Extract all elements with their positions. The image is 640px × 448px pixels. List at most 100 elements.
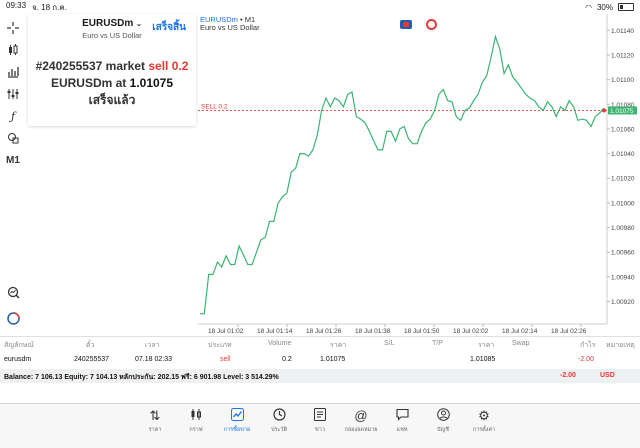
status-time: 09:33 <box>6 0 27 10</box>
balance-summary: Balance: 7 106.13 Equity: 7 104.13 หลักป… <box>4 374 279 381</box>
x-tick-label: 18 Jul 01:14 <box>257 328 293 335</box>
nav-news[interactable]: ข่าว <box>300 408 340 434</box>
function-icon[interactable]: ƒ <box>3 106 23 126</box>
y-tick-label: 1.01000 <box>611 200 635 207</box>
y-axis-ticks: 1.011401.011201.011001.010801.010601.010… <box>607 28 635 306</box>
nav-trade[interactable]: การซื้อขาย <box>217 408 257 434</box>
chevron-down-icon: ⌄ <box>136 21 142 28</box>
nav-accounts-label: บัญชี <box>437 427 449 433</box>
y-tick-label: 1.01060 <box>611 126 635 133</box>
balance-profit: -2.00 <box>560 372 576 379</box>
x-tick-label: 18 Jul 01:50 <box>404 328 440 335</box>
row-ticket: 240255537 <box>74 356 110 363</box>
chart-toolbar: ƒ M1 <box>0 14 26 336</box>
x-tick-label: 18 Jul 02:14 <box>502 328 538 335</box>
bars-icon[interactable] <box>3 62 23 82</box>
order-price: 1.01075 <box>129 76 174 90</box>
order-result-body: #240255537 market sell 0.2 EURUSDm at 1.… <box>28 58 196 109</box>
trade-icon <box>217 408 257 424</box>
one-click-trading-icon[interactable] <box>3 308 23 328</box>
order-number: #240255537 <box>35 59 103 73</box>
nav-history-label: ประวัติ <box>270 427 288 433</box>
order-symbol-at: EURUSDm at <box>50 76 127 90</box>
x-tick-label: 18 Jul 01:02 <box>208 328 244 335</box>
battery-icon <box>618 3 634 11</box>
crosshair-icon[interactable] <box>3 18 23 38</box>
current-price-label: 1.01075 <box>610 108 634 115</box>
order-status: เสร็จแล้ว <box>88 93 136 107</box>
order-symbol: EURUSDm <box>82 18 134 29</box>
row-price: 1.01075 <box>320 356 346 363</box>
indicators-icon[interactable] <box>3 84 23 104</box>
sell-level-label: SELL 0.2 <box>201 103 228 110</box>
history-icon <box>259 408 299 424</box>
header-symbol[interactable]: สัญลักษณ์ <box>4 340 34 351</box>
accounts-icon <box>423 408 463 424</box>
nav-quotes-label: ราคา <box>148 427 162 433</box>
status-bar: 09:33 จ. 18 ก.ค. ◠ 30% <box>0 0 640 14</box>
chat-icon <box>382 408 422 424</box>
nav-mailbox-label: กล่องจดหมาย <box>344 427 378 433</box>
y-tick-label: 1.01140 <box>611 28 634 35</box>
chart-plot: 1.011401.011201.011001.010801.010601.010… <box>198 14 637 335</box>
x-axis-ticks: 18 Jul 01:02 18 Jul 01:14 18 Jul 01:26 18 J… <box>208 324 587 335</box>
table-row[interactable]: eurusdm 240255537 07.18 02:33 sell 0.2 1… <box>0 354 640 367</box>
row-time: 07.18 02:33 <box>135 356 172 363</box>
y-tick-label: 1.00940 <box>611 274 635 281</box>
y-tick-label: 1.01040 <box>611 151 635 158</box>
bottom-navigation: ⇅ ราคา กราฟ การซื้อขาย ประวัติ ข่าว @ กล… <box>0 403 640 448</box>
price-chart[interactable]: EURUSDm • M1 Euro vs US Dollar 1.01140 1.… <box>198 14 640 336</box>
zoom-icon[interactable] <box>3 282 23 302</box>
sell-level-marker <box>602 108 606 113</box>
nav-chat-label: แชท <box>396 427 408 433</box>
nav-chat[interactable]: แชท <box>382 408 422 434</box>
nav-chart-label: กราฟ <box>189 427 203 433</box>
header-current-price[interactable]: ราคา <box>478 340 494 351</box>
y-tick-label: 1.01120 <box>611 52 634 59</box>
nav-news-label: ข่าว <box>315 427 325 433</box>
nav-quotes[interactable]: ⇅ ราคา <box>135 408 175 434</box>
nav-settings[interactable]: ⚙ การตั้งค่า <box>464 408 504 434</box>
nav-chart[interactable]: กราฟ <box>176 408 216 434</box>
row-type: sell <box>220 356 231 363</box>
row-profit: -2.00 <box>578 356 594 363</box>
header-swap[interactable]: Swap <box>512 340 530 347</box>
settings-icon: ⚙ <box>478 408 490 423</box>
wifi-icon: ◠ <box>585 2 592 12</box>
y-tick-label: 1.00980 <box>611 225 635 232</box>
header-ticket[interactable]: ตั๋ว <box>86 340 94 351</box>
x-tick-label: 18 Jul 01:38 <box>355 328 391 335</box>
battery-percent: 30% <box>596 2 613 12</box>
header-comment[interactable]: หมายเหตุ <box>606 340 635 351</box>
header-volume[interactable]: Volume <box>268 340 291 347</box>
header-price[interactable]: ราคา <box>330 340 346 351</box>
y-tick-label: 1.01020 <box>611 176 635 183</box>
chart-icon <box>176 408 216 424</box>
nav-trade-label: การซื้อขาย <box>223 427 251 433</box>
order-panel-header: EURUSDm ⌄ Euro vs US Dollar เสร็จสิ้น <box>28 14 196 42</box>
header-profit[interactable]: กำไร <box>580 340 595 351</box>
shapes-icon[interactable] <box>3 128 23 148</box>
price-series-line <box>200 34 605 315</box>
nav-settings-label: การตั้งค่า <box>472 427 496 433</box>
done-button[interactable]: เสร็จสิ้น <box>152 20 186 35</box>
status-date: จ. 18 ก.ค. <box>32 2 67 12</box>
candles-icon[interactable] <box>3 40 23 60</box>
row-symbol: eurusdm <box>4 356 32 363</box>
header-type[interactable]: ประเภท <box>208 340 232 351</box>
nav-mailbox[interactable]: @ กล่องจดหมาย <box>341 408 381 434</box>
header-sl[interactable]: S/L <box>384 340 395 347</box>
x-tick-label: 18 Jul 02:26 <box>551 328 587 335</box>
nav-history[interactable]: ประวัติ <box>259 408 299 434</box>
news-icon <box>300 408 340 424</box>
quotes-icon: ⇅ <box>149 408 161 423</box>
row-volume: 0.2 <box>282 356 292 363</box>
y-tick-label: 1.00960 <box>611 250 635 257</box>
timeframe-button[interactable]: M1 <box>3 150 23 170</box>
header-tp[interactable]: T/P <box>432 340 443 347</box>
header-time[interactable]: เวลา <box>145 340 160 351</box>
x-tick-label: 18 Jul 01:26 <box>306 328 342 335</box>
balance-bar: Balance: 7 106.13 Equity: 7 104.13 หลักป… <box>0 369 640 383</box>
x-tick-label: 18 Jul 02:02 <box>453 328 489 335</box>
nav-accounts[interactable]: บัญชี <box>423 408 463 434</box>
